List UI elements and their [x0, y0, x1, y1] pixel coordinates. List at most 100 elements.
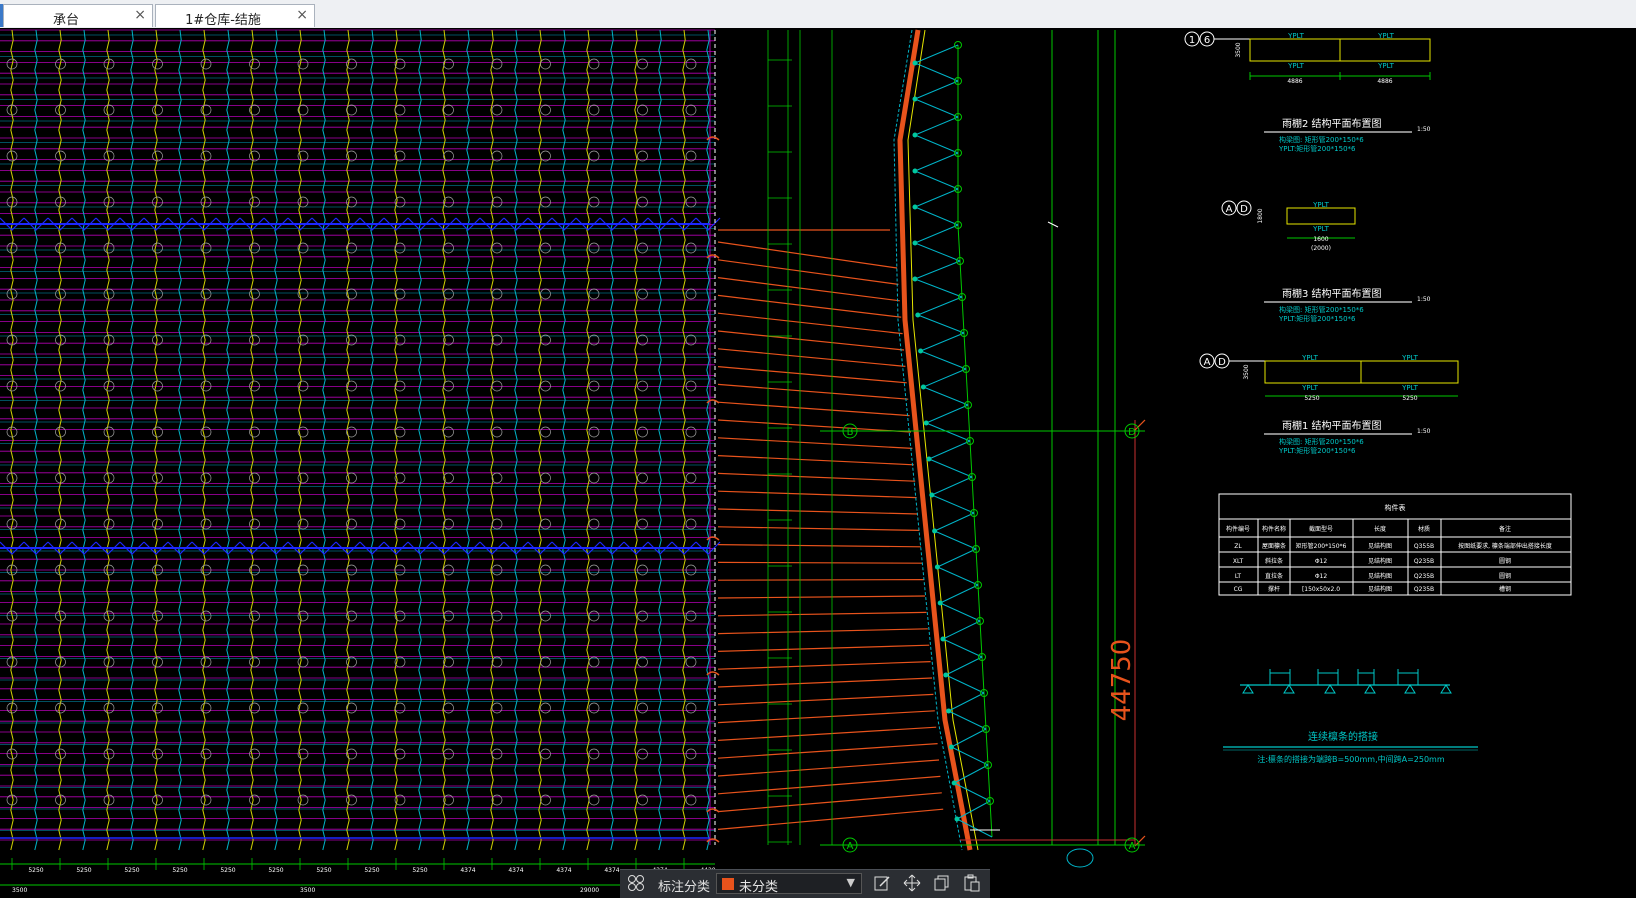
table-header-cell: 备注	[1499, 525, 1511, 533]
bottom-dim-label: 5250	[124, 867, 139, 874]
table-cell: Q235B	[1414, 558, 1434, 565]
table-cell: 斜拉条	[1265, 557, 1283, 565]
category-dropdown[interactable]: 未分类 ▼	[716, 873, 862, 895]
tab-warehouse-structure[interactable]: 1#仓库-结施 ×	[155, 4, 315, 28]
beam-label: YPLT	[1401, 384, 1418, 392]
close-icon[interactable]: ×	[296, 7, 308, 23]
lap-title: 连续檩条的搭接	[1308, 730, 1378, 743]
beam-label: YPLT	[1401, 354, 1418, 362]
height-dim: 1800	[1257, 208, 1264, 223]
detail-note: 构梁图: 矩形管200*150*6	[1279, 135, 1364, 144]
span-dim: 5250	[1402, 395, 1417, 402]
table-cell: 圆钢	[1499, 557, 1511, 565]
tab-chengtai[interactable]: 承台 ×	[3, 4, 153, 28]
bottom-dim-label: 5250	[28, 867, 43, 874]
bottom-dim-label: 5250	[76, 867, 91, 874]
axis-label: 6	[1204, 35, 1210, 46]
toolbar-label: 标注分类	[658, 880, 711, 895]
detail-scale: 1:50	[1417, 428, 1431, 435]
edit-icon[interactable]	[872, 874, 892, 894]
detail-scale: 1:50	[1417, 296, 1431, 303]
bottom-dim-label: 4374	[460, 867, 475, 874]
axis-label: 1	[1189, 35, 1195, 46]
table-cell: 见结构图	[1368, 557, 1392, 565]
canvas-background	[0, 28, 1636, 897]
height-dim: 3500	[1235, 42, 1242, 57]
table-cell: 屋面檩条	[1262, 542, 1286, 550]
grid-label-a: A	[1129, 841, 1136, 852]
move-icon[interactable]	[902, 874, 922, 894]
table-cell: [150x50x2.0	[1302, 586, 1340, 593]
copy-icon[interactable]	[932, 874, 952, 894]
bottom-dim-label: 4374	[556, 867, 571, 874]
table-cell: 见结构图	[1368, 585, 1392, 593]
bottom-dim-label: 5250	[220, 867, 235, 874]
table-cell: 直拉条	[1265, 572, 1283, 580]
cad-drawing-canvas[interactable]: B D A A 44750 1 6 YPLT YPLT YPLT YPLT 48…	[0, 28, 1636, 897]
tab-bar: 承台 × 1#仓库-结施 ×	[0, 0, 1636, 29]
table-cell: CG	[1234, 586, 1243, 593]
table-cell: Q235B	[1414, 586, 1434, 593]
axis-label: A	[1204, 357, 1211, 368]
grid-label-d: D	[1128, 427, 1136, 438]
beam-label: YPLT	[1312, 225, 1329, 233]
detail-note: 构梁图: 矩形管200*150*6	[1279, 437, 1364, 446]
axis-label: A	[1226, 204, 1233, 215]
table-header-cell: 构件名称	[1262, 525, 1286, 533]
span-dim: 5250	[1304, 395, 1319, 402]
detail-title: 雨棚2 结构平面布置图	[1282, 117, 1382, 130]
bottom-dim-label: 5250	[268, 867, 283, 874]
span-dim: 4886	[1377, 78, 1392, 85]
beam-label: YPLT	[1287, 32, 1304, 40]
bottom-dim-label: 5250	[412, 867, 427, 874]
bottom-total: 3500	[12, 887, 27, 894]
detail-note: 构梁图: 矩形管200*150*6	[1279, 305, 1364, 314]
category-swatch	[722, 878, 734, 890]
table-cell: 见结构图	[1368, 572, 1392, 580]
axis-label: D	[1218, 357, 1226, 368]
table-header-cell: 长度	[1374, 525, 1386, 533]
span-dim: 1600	[1313, 236, 1328, 243]
table-cell: ZL	[1234, 543, 1242, 550]
grid-icon[interactable]	[626, 874, 646, 894]
table-cell: 按图纸要求, 檩条端部伸出搭接长度	[1458, 542, 1552, 550]
beam-label: YPLT	[1301, 354, 1318, 362]
detail-note: YPLT:矩形管200*150*6	[1278, 314, 1356, 323]
chevron-down-icon: ▼	[846, 876, 855, 889]
table-cell: LT	[1235, 573, 1242, 580]
span-dim: 4886	[1287, 78, 1302, 85]
table-cell: Φ12	[1315, 558, 1328, 565]
detail-note: YPLT:矩形管200*150*6	[1278, 144, 1356, 153]
table-title: 构件表	[1385, 503, 1406, 512]
bottom-dim-label: 4374	[508, 867, 523, 874]
detail-title: 雨棚1 结构平面布置图	[1282, 419, 1382, 432]
bottom-dim-label: 5250	[364, 867, 379, 874]
beam-label: YPLT	[1301, 384, 1318, 392]
close-icon[interactable]: ×	[134, 7, 146, 23]
table-cell: 矩形管200*150*6	[1296, 542, 1347, 550]
table-cell: Q235B	[1414, 573, 1434, 580]
annotation-toolbar: 标注分类 未分类 ▼	[620, 869, 990, 898]
table-header-cell: 截面型号	[1309, 525, 1333, 533]
bottom-total: 3500	[300, 887, 315, 894]
table-cell: XLT	[1233, 558, 1244, 565]
beam-label: YPLT	[1287, 62, 1304, 70]
paste-icon[interactable]	[962, 874, 982, 894]
span-sub: (2000)	[1311, 245, 1331, 252]
detail-title: 雨棚3 结构平面布置图	[1282, 287, 1382, 300]
grid-label-b: B	[847, 427, 854, 438]
tab-label: 承台	[52, 13, 79, 28]
detail-note: YPLT:矩形管200*150*6	[1278, 446, 1356, 455]
table-cell: 撑杆	[1268, 585, 1280, 593]
category-value: 未分类	[739, 880, 779, 895]
overall-dimension: 44750	[1107, 639, 1137, 722]
table-header-cell: 材质	[1418, 525, 1430, 533]
detail-scale: 1:50	[1417, 126, 1431, 133]
table-cell: Q355B	[1414, 543, 1434, 550]
bottom-total: 29000	[580, 887, 599, 894]
beam-label: YPLT	[1377, 32, 1394, 40]
table-cell: Φ12	[1315, 573, 1328, 580]
tab-label: 1#仓库-结施	[185, 13, 261, 28]
height-dim: 3500	[1243, 364, 1250, 379]
table-cell: 槽钢	[1499, 585, 1511, 593]
